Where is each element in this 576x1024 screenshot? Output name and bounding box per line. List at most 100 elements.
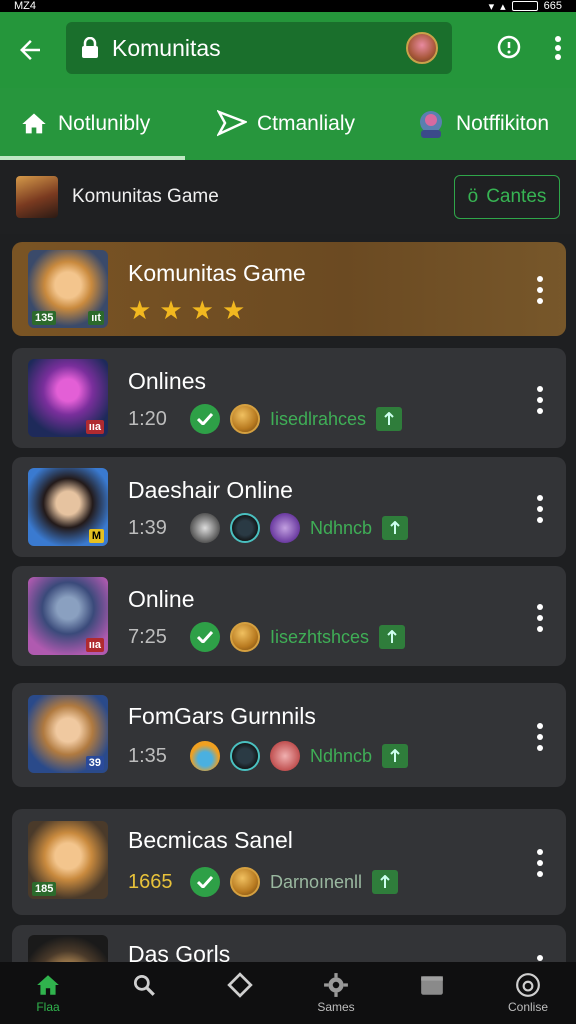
thumb-badge: 39 [85, 756, 104, 770]
nav-folder[interactable] [384, 962, 480, 1024]
tab-bar: Notlunibly Ctmanlialy Notffikiton [0, 88, 576, 160]
list-item[interactable]: 135 ııt Komunitas Game ★ ★ ★ ★ [12, 242, 566, 336]
nav-label: Sames [317, 1000, 355, 1014]
search-field[interactable]: Komunitas [66, 22, 452, 74]
battery-icon [511, 1, 538, 11]
upvote-icon[interactable] [382, 744, 409, 768]
community-title: Komunitas Game [72, 186, 219, 207]
orb-icon [230, 741, 260, 771]
rating-stars: ★ ★ ★ ★ [128, 297, 245, 323]
item-status: Iisedlrahces [270, 408, 367, 429]
star-icon: ★ [159, 295, 183, 325]
status-bar: MZ4 ▾ ▴ 665 [0, 0, 576, 13]
help-button[interactable] [496, 34, 524, 67]
helmet-icon [190, 741, 220, 771]
item-status: Iisezhtshces [270, 626, 370, 647]
thumb-badge: ııt [88, 311, 104, 325]
overflow-menu-button[interactable] [554, 35, 562, 66]
item-meta: 1:35 Ndhncb [128, 741, 409, 771]
thumb-badge: 135 [32, 311, 57, 325]
item-name: Komunitas Game [128, 260, 306, 286]
item-menu-button[interactable] [536, 386, 544, 414]
list-item[interactable]: ııa Online 7:25 Iisezhtshces [12, 566, 566, 666]
item-status: Ndhncb [310, 517, 373, 538]
nav-profile[interactable]: Conlise [480, 962, 576, 1024]
cantes-label: Cantes [486, 186, 547, 207]
item-name: FomGars Gurnnils [128, 703, 316, 729]
item-name: Onlines [128, 368, 206, 394]
status-time: MZ4 [14, 0, 36, 12]
nav-home[interactable]: Flaa [0, 962, 96, 1024]
wifi-icon: ▾ [488, 0, 495, 13]
item-menu-button[interactable] [536, 849, 544, 877]
tab-notffikiton[interactable]: Notffikiton [400, 88, 576, 160]
app-screen: MZ4 ▾ ▴ 665 Komunitas Notlunibly Ctmanli… [0, 0, 576, 1024]
search-circle-icon [497, 35, 521, 58]
item-time: 1:39 [128, 516, 167, 539]
kebab-icon [555, 35, 561, 60]
home-icon [37, 975, 59, 995]
item-menu-button[interactable] [536, 723, 544, 751]
community-header: Komunitas Game ö Cantes [0, 160, 576, 234]
item-name: Becmicas Sanel [128, 827, 293, 853]
thumb-badge: ııa [85, 420, 104, 434]
thumb-badge: 185 [32, 882, 57, 896]
item-status: Ndhncb [310, 745, 373, 766]
monster-icon [270, 513, 300, 543]
nav-diamond[interactable] [192, 962, 288, 1024]
back-arrow-icon [20, 40, 40, 60]
nav-games[interactable]: Sames [288, 962, 384, 1024]
upvote-icon[interactable] [372, 870, 399, 894]
item-meta: 7:25 Iisezhtshces [128, 622, 406, 652]
list-item[interactable]: 185 Becmicas Sanel 1665 Darnoınenll [12, 809, 566, 915]
lock-icon [82, 37, 98, 58]
list-item[interactable]: M Daeshair Online 1:39 Ndhncb [12, 457, 566, 557]
star-icon: ★ [128, 295, 152, 325]
star-icon: ★ [221, 295, 246, 325]
game-thumbnail: ııa [28, 577, 108, 655]
item-time: 1:35 [128, 744, 167, 767]
status-icons: ▾ ▴ 665 [489, 0, 562, 13]
item-menu-button[interactable] [536, 604, 544, 632]
item-time: 1:20 [128, 407, 167, 430]
notification-avatar-icon [416, 108, 446, 140]
coin-icon [230, 404, 260, 434]
game-thumbnail: M [28, 468, 108, 546]
tab-label: Ctmanlialy [257, 112, 356, 135]
game-thumbnail: 39 [28, 695, 108, 773]
game-thumbnail: 185 [28, 821, 108, 899]
tab-ctmanlialy[interactable]: Ctmanlialy [185, 88, 400, 160]
cantes-button[interactable]: ö Cantes [454, 175, 560, 219]
item-meta: 1:39 Ndhncb [128, 513, 409, 543]
tab-notlunibly[interactable]: Notlunibly [0, 88, 185, 160]
coin-icon [230, 622, 260, 652]
send-icon [217, 110, 247, 138]
back-button[interactable] [0, 12, 60, 88]
app-bar: Komunitas [0, 12, 576, 88]
item-meta: 1665 Darnoınenll [128, 867, 399, 897]
gear-icon [324, 973, 348, 997]
list-item[interactable]: 39 FomGars Gurnnils 1:35 Ndhncb [12, 683, 566, 787]
item-menu-button[interactable] [536, 276, 544, 304]
upvote-icon[interactable] [382, 516, 409, 540]
home-icon [20, 110, 48, 138]
item-status: Darnoınenll [270, 871, 363, 892]
folder-icon [421, 976, 443, 995]
tab-label: Notlunibly [58, 112, 151, 135]
upvote-icon[interactable] [376, 407, 403, 431]
game-thumbnail: ııa [28, 359, 108, 437]
thumb-badge: ııa [85, 638, 104, 652]
item-meta: 1:20 Iisedlrahces [128, 404, 403, 434]
thumb-badge: M [88, 529, 104, 543]
upvote-icon[interactable] [379, 625, 406, 649]
item-menu-button[interactable] [536, 495, 544, 523]
app-bar-actions [496, 12, 562, 88]
user-avatar[interactable] [406, 32, 438, 64]
battery-level: 665 [543, 0, 562, 12]
diamond-icon [227, 972, 253, 998]
face-icon [270, 741, 300, 771]
nav-search[interactable] [96, 962, 192, 1024]
community-thumbnail [16, 176, 58, 218]
item-time: 1665 [128, 870, 173, 893]
list-item[interactable]: ııa Onlines 1:20 Iisedlrahces [12, 348, 566, 448]
